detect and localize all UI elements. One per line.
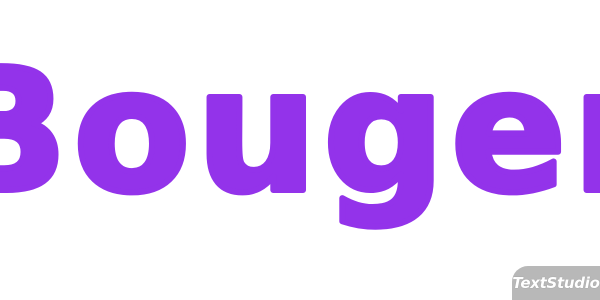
headline-graphic: Bouger	[0, 30, 600, 234]
watermark-text: TextStudio	[512, 274, 600, 292]
headline-area: Bouger	[0, 0, 600, 300]
textstudio-watermark: TextStudio	[512, 266, 600, 300]
headline-text: Bouger	[0, 33, 600, 231]
